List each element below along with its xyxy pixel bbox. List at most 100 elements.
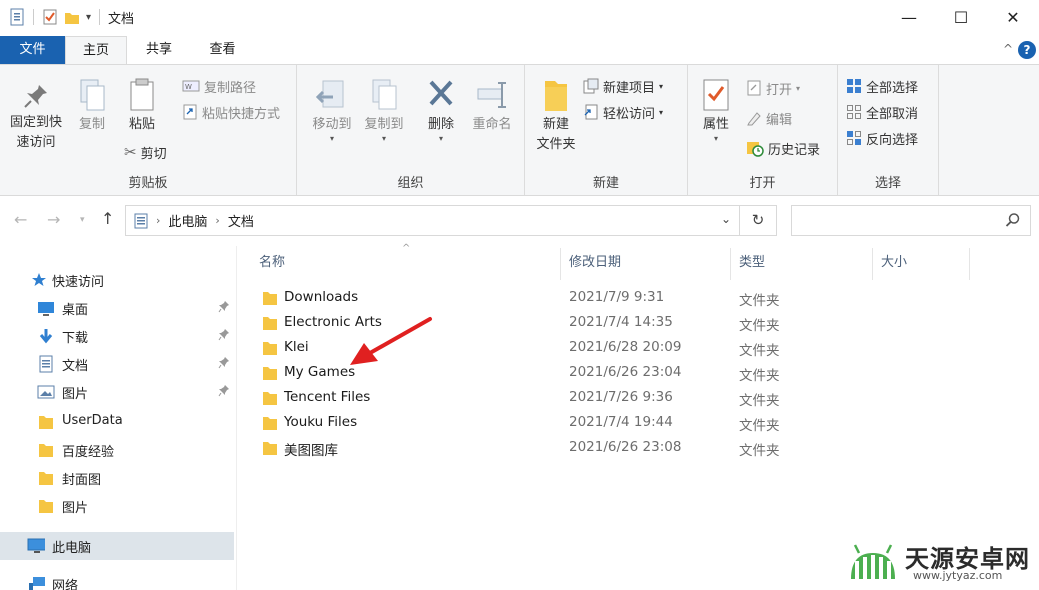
nav-network[interactable]: 网络 xyxy=(0,570,237,590)
column-divider[interactable] xyxy=(560,248,561,280)
file-name: Downloads xyxy=(284,289,359,305)
file-name: Klei xyxy=(284,339,309,355)
file-row[interactable]: Youku Files 2021/7/4 19:44 文件夹 xyxy=(238,411,1039,436)
column-divider[interactable] xyxy=(730,248,731,280)
copy-label: 复制 xyxy=(78,117,105,132)
easy-access-button[interactable]: 轻松访问 ▾ xyxy=(583,101,663,123)
move-to-label: 移动到 xyxy=(312,117,352,132)
column-header-size[interactable]: 大小 xyxy=(881,246,907,282)
tab-file[interactable]: 文件 xyxy=(0,36,65,64)
pin-quick-access-button[interactable]: 固定到快 速访问 xyxy=(4,81,68,153)
watermark: 天源安卓网 www.jytyaz.com xyxy=(845,539,1039,587)
copy-to-icon xyxy=(372,79,397,110)
nav-item-label: 桌面 xyxy=(62,303,89,318)
select-group: 全部选择 全部取消 反向选择 选择 xyxy=(838,65,939,195)
tab-view[interactable]: 查看 xyxy=(195,36,250,64)
collapse-ribbon-icon[interactable]: ^ xyxy=(1003,42,1013,56)
new-item-button[interactable]: 新建项目 ▾ xyxy=(583,75,663,97)
column-divider[interactable] xyxy=(872,248,873,280)
customize-toolbar-icon[interactable]: ▾ xyxy=(86,12,91,23)
pin-quick-access-label-1: 固定到快 xyxy=(9,115,62,130)
invert-selection-button[interactable]: 反向选择 xyxy=(846,127,918,149)
file-type: 文件夹 xyxy=(739,443,780,459)
file-modified: 2021/6/26 23:08 xyxy=(569,439,682,455)
nav-item-label: 百度经验 xyxy=(62,445,115,460)
folder-icon xyxy=(263,292,277,305)
copy-path-button[interactable]: W 复制路径 xyxy=(182,75,256,97)
navigation-bar: ← → ▾ ↑ › 此电脑 › 文档 ⌄ ↻ xyxy=(0,196,1039,246)
column-header-modified[interactable]: 修改日期 xyxy=(569,246,621,282)
new-folder-icon[interactable] xyxy=(64,8,80,26)
copy-path-icon: W xyxy=(182,80,200,92)
nav-item-folder[interactable]: 百度经验 xyxy=(0,436,237,464)
copy-to-button[interactable]: 复制到 ▾ xyxy=(359,77,409,143)
column-header-name[interactable]: 名称 xyxy=(259,246,285,282)
open-button[interactable]: 打开 ▾ xyxy=(746,77,800,99)
file-type: 文件夹 xyxy=(739,343,780,359)
copy-button[interactable]: 复制 xyxy=(72,77,112,135)
nav-quick-access[interactable]: 快速访问 xyxy=(0,266,237,294)
properties-button[interactable]: 属性 ▾ xyxy=(694,77,738,143)
select-none-button[interactable]: 全部取消 xyxy=(846,101,918,123)
properties-icon xyxy=(703,79,729,111)
nav-item-downloads[interactable]: 下载 xyxy=(0,322,237,350)
pin-icon[interactable] xyxy=(218,300,230,314)
nav-item-documents[interactable]: 文档 xyxy=(0,350,237,378)
cut-label: 剪切 xyxy=(140,146,167,162)
nav-this-pc[interactable]: 此电脑 xyxy=(0,532,234,560)
edit-icon xyxy=(747,112,761,126)
nav-item-desktop[interactable]: 桌面 xyxy=(0,294,237,322)
column-divider[interactable] xyxy=(969,248,970,280)
invert-selection-label: 反向选择 xyxy=(866,132,919,148)
minimize-button[interactable]: — xyxy=(883,0,935,34)
column-header-type[interactable]: 类型 xyxy=(739,246,765,282)
desktop-icon xyxy=(38,302,54,316)
up-arrow-icon[interactable]: ↑ xyxy=(101,209,114,228)
paste-shortcut-button[interactable]: 粘贴快捷方式 xyxy=(182,101,280,123)
folder-icon xyxy=(263,417,277,430)
nav-item-pictures[interactable]: 图片 xyxy=(0,378,237,406)
help-icon[interactable]: ? xyxy=(1018,41,1036,59)
close-button[interactable]: ✕ xyxy=(987,0,1039,34)
file-row[interactable]: Tencent Files 2021/7/26 9:36 文件夹 xyxy=(238,386,1039,411)
cut-button[interactable]: ✂ 剪切 xyxy=(124,141,167,163)
forward-arrow-icon[interactable]: → xyxy=(47,210,60,229)
edit-label: 编辑 xyxy=(766,112,793,128)
delete-button[interactable]: 删除 ▾ xyxy=(419,77,463,143)
paste-button[interactable]: 粘贴 xyxy=(122,77,162,135)
star-icon xyxy=(32,273,46,286)
search-icon xyxy=(1005,213,1020,227)
nav-item-folder[interactable]: 图片 xyxy=(0,492,237,520)
address-bar[interactable]: › 此电脑 › 文档 ⌄ xyxy=(125,205,740,236)
new-folder-button[interactable]: 新建 文件夹 xyxy=(529,77,583,155)
back-arrow-icon[interactable]: ← xyxy=(14,210,27,229)
chevron-down-icon[interactable]: ⌄ xyxy=(721,212,731,226)
refresh-button[interactable]: ↻ xyxy=(740,205,777,236)
tab-home[interactable]: 主页 xyxy=(65,36,127,64)
rename-button[interactable]: 重命名 xyxy=(467,77,517,135)
properties-icon[interactable] xyxy=(42,8,58,26)
tab-share[interactable]: 共享 xyxy=(133,36,185,64)
breadcrumb-documents[interactable]: 文档 xyxy=(228,211,254,230)
nav-item-folder[interactable]: UserData xyxy=(0,408,237,436)
file-row[interactable]: 美图图库 2021/6/26 23:08 文件夹 xyxy=(238,436,1039,461)
search-input[interactable] xyxy=(791,205,1031,236)
folder-icon xyxy=(263,317,277,330)
pin-icon[interactable] xyxy=(218,356,230,370)
move-to-button[interactable]: 移动到 ▾ xyxy=(307,77,357,143)
pin-icon[interactable] xyxy=(218,384,230,398)
window-controls: — ☐ ✕ xyxy=(883,0,1039,34)
document-icon[interactable] xyxy=(9,8,25,26)
select-all-button[interactable]: 全部选择 xyxy=(846,75,918,97)
history-button[interactable]: 历史记录 xyxy=(746,137,820,159)
nav-item-folder[interactable]: 封面图 xyxy=(0,464,237,492)
edit-button[interactable]: 编辑 xyxy=(746,107,792,129)
maximize-button[interactable]: ☐ xyxy=(935,0,987,34)
breadcrumb-separator-icon[interactable]: › xyxy=(156,214,160,227)
open-label: 打开 xyxy=(766,82,793,98)
pin-icon[interactable] xyxy=(218,328,230,342)
recent-locations-icon[interactable]: ▾ xyxy=(80,215,85,225)
breadcrumb-separator-icon[interactable]: › xyxy=(215,214,219,227)
file-row[interactable]: Downloads 2021/7/9 9:31 文件夹 xyxy=(238,286,1039,311)
breadcrumb-this-pc[interactable]: 此电脑 xyxy=(168,211,207,230)
